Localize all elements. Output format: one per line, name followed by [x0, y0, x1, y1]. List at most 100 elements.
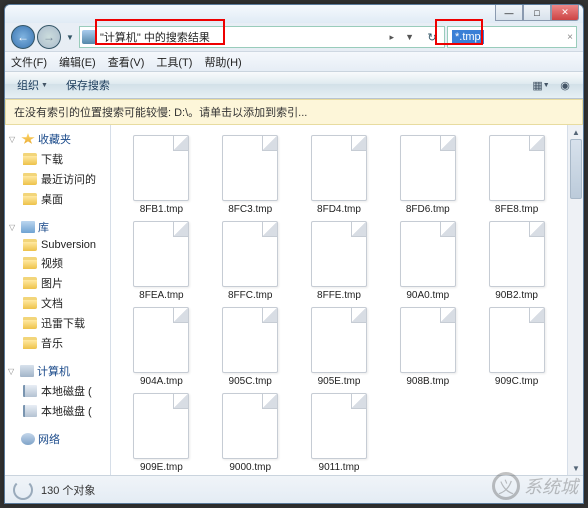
index-warning-strip[interactable]: 在没有索引的位置搜索可能较慢: D:\。请单击以添加到索引...: [5, 99, 583, 125]
menu-tools[interactable]: 工具(T): [156, 54, 192, 70]
file-label: 904A.tmp: [140, 376, 183, 387]
sidebar-item-subversion[interactable]: Subversion: [5, 237, 110, 253]
chevron-down-icon: ▼: [41, 82, 48, 89]
sidebar-item-xunlei[interactable]: 迅雷下载: [5, 313, 110, 333]
navigation-pane: ▽ 收藏夹 下载 最近访问的 桌面 ▽ 库 Subversion 视频 图片 文…: [5, 125, 111, 475]
file-item[interactable]: 90B2.tmp: [474, 221, 559, 301]
close-button[interactable]: ✕: [551, 5, 579, 21]
file-item[interactable]: 90A0.tmp: [385, 221, 470, 301]
organize-label: 组织: [17, 77, 39, 93]
titlebar[interactable]: — □ ✕: [5, 5, 583, 23]
file-item[interactable]: 905E.tmp: [297, 307, 382, 387]
item-label: 图片: [41, 275, 63, 291]
minimize-button[interactable]: —: [495, 5, 523, 21]
menu-file[interactable]: 文件(F): [11, 54, 47, 70]
file-icon: [489, 307, 545, 373]
save-search-button[interactable]: 保存搜索: [62, 75, 114, 95]
menu-edit[interactable]: 编辑(E): [59, 54, 96, 70]
menu-help[interactable]: 帮助(H): [204, 54, 241, 70]
file-item[interactable]: 9011.tmp: [297, 393, 382, 473]
sidebar-item-drive-c[interactable]: 本地磁盘 (: [5, 381, 110, 401]
file-icon: [311, 307, 367, 373]
search-progress-icon: [13, 480, 33, 500]
sidebar-item-downloads[interactable]: 下载: [5, 149, 110, 169]
computer-label: 计算机: [37, 363, 70, 379]
file-icon: [133, 135, 189, 201]
sidebar-item-desktop[interactable]: 桌面: [5, 189, 110, 209]
address-bar[interactable]: "计算机" 中的搜索结果 ▸ ▼ ↻: [79, 26, 445, 48]
history-dropdown[interactable]: ▼: [63, 25, 77, 49]
scroll-down-icon[interactable]: ▼: [568, 461, 583, 475]
sidebar-item-pictures[interactable]: 图片: [5, 273, 110, 293]
file-item[interactable]: 909C.tmp: [474, 307, 559, 387]
clear-search-icon[interactable]: ×: [567, 32, 573, 43]
file-item[interactable]: 905C.tmp: [208, 307, 293, 387]
file-item[interactable]: 908B.tmp: [385, 307, 470, 387]
file-label: 8FD6.tmp: [406, 204, 450, 215]
vertical-scrollbar[interactable]: ▲ ▼: [567, 125, 583, 475]
view-mode-button[interactable]: ▦▼: [531, 76, 551, 94]
file-icon: [222, 221, 278, 287]
file-label: 8FEA.tmp: [139, 290, 183, 301]
file-label: 908B.tmp: [406, 376, 449, 387]
network-header[interactable]: 网络: [5, 429, 110, 449]
folder-icon: [23, 317, 37, 329]
file-item[interactable]: 904A.tmp: [119, 307, 204, 387]
file-item[interactable]: 8FFE.tmp: [297, 221, 382, 301]
file-label: 9000.tmp: [229, 462, 271, 473]
file-label: 905C.tmp: [229, 376, 272, 387]
sidebar-item-videos[interactable]: 视频: [5, 253, 110, 273]
file-item[interactable]: 9000.tmp: [208, 393, 293, 473]
file-item[interactable]: 8FFC.tmp: [208, 221, 293, 301]
search-box[interactable]: *.tmp ×: [447, 26, 577, 48]
file-icon: [133, 393, 189, 459]
file-label: 909C.tmp: [495, 376, 538, 387]
file-item[interactable]: 8FC3.tmp: [208, 135, 293, 215]
file-label: 90B2.tmp: [495, 290, 538, 301]
file-item[interactable]: 8FD4.tmp: [297, 135, 382, 215]
maximize-button[interactable]: □: [523, 5, 551, 21]
organize-button[interactable]: 组织 ▼: [13, 75, 52, 95]
sidebar-item-documents[interactable]: 文档: [5, 293, 110, 313]
file-item[interactable]: 8FB1.tmp: [119, 135, 204, 215]
search-input[interactable]: *.tmp: [452, 30, 484, 44]
body: ▽ 收藏夹 下载 最近访问的 桌面 ▽ 库 Subversion 视频 图片 文…: [5, 125, 583, 475]
folder-icon: [23, 239, 37, 251]
toolbar: 组织 ▼ 保存搜索 ▦▼ ◉: [5, 71, 583, 99]
menu-bar: 文件(F) 编辑(E) 查看(V) 工具(T) 帮助(H): [5, 51, 583, 71]
file-list-pane[interactable]: 8FB1.tmp8FC3.tmp8FD4.tmp 8FD6.tmp 8FE8.tmp…: [111, 125, 567, 475]
libraries-header[interactable]: ▽ 库: [5, 217, 110, 237]
file-label: 90A0.tmp: [406, 290, 449, 301]
forward-button[interactable]: →: [37, 25, 61, 49]
network-icon: [21, 433, 35, 445]
file-icon: [222, 393, 278, 459]
file-icon: [489, 135, 545, 201]
file-label: 8FFE.tmp: [317, 290, 361, 301]
file-item[interactable]: 8FEA.tmp: [119, 221, 204, 301]
sidebar-item-music[interactable]: 音乐: [5, 333, 110, 353]
file-label: 905E.tmp: [318, 376, 361, 387]
file-label: 909E.tmp: [140, 462, 183, 473]
folder-icon: [23, 173, 37, 185]
file-icon: [400, 135, 456, 201]
file-item[interactable]: 909E.tmp: [119, 393, 204, 473]
scroll-thumb[interactable]: [570, 139, 582, 199]
file-item[interactable]: 8FE8.tmp: [474, 135, 559, 215]
sidebar-item-drive-d[interactable]: 本地磁盘 (: [5, 401, 110, 421]
file-label: 9011.tmp: [319, 462, 360, 473]
scroll-up-icon[interactable]: ▲: [568, 125, 583, 139]
item-label: 下载: [41, 151, 63, 167]
menu-view[interactable]: 查看(V): [108, 54, 145, 70]
libraries-label: 库: [38, 219, 49, 235]
file-icon: [489, 221, 545, 287]
item-label: Subversion: [41, 239, 96, 251]
help-icon[interactable]: ◉: [555, 76, 575, 94]
favorites-header[interactable]: ▽ 收藏夹: [5, 129, 110, 149]
computer-header[interactable]: ▽ 计算机: [5, 361, 110, 381]
file-item[interactable]: 8FD6.tmp: [385, 135, 470, 215]
refresh-button[interactable]: ↻: [422, 31, 442, 44]
address-dropdown[interactable]: ▼: [401, 32, 418, 42]
file-icon: [133, 307, 189, 373]
sidebar-item-recent[interactable]: 最近访问的: [5, 169, 110, 189]
back-button[interactable]: ←: [11, 25, 35, 49]
